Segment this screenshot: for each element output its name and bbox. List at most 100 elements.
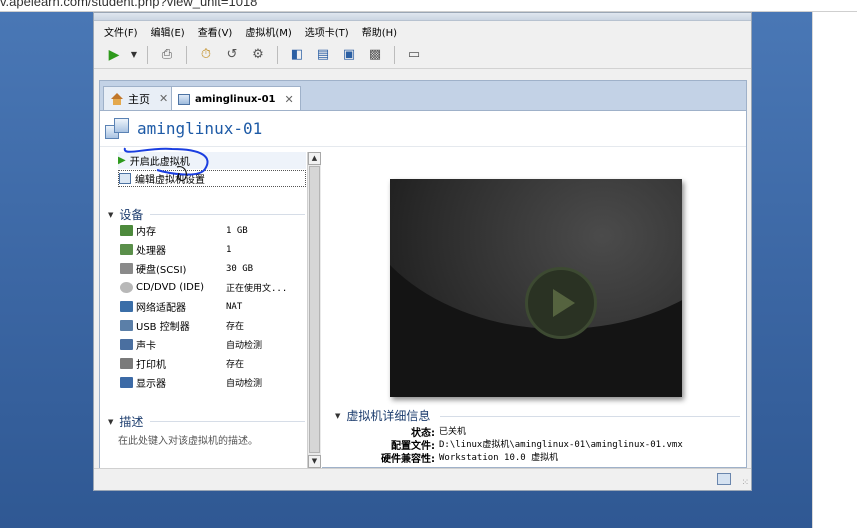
device-name: 处理器 — [136, 246, 166, 257]
device-row-monitor[interactable]: 显示器 自动检测 — [120, 373, 305, 392]
device-value: 30 GB — [226, 263, 254, 274]
power-on-label: 开启此虚拟机 — [129, 157, 190, 168]
device-row-cpu[interactable]: 处理器 1 — [120, 240, 305, 259]
description-section-header[interactable]: ▼ 描述 — [108, 413, 305, 430]
detail-value: D:\linux虚拟机\aminglinux-01\aminglinux-01.… — [439, 440, 683, 450]
left-pane-scrollbar[interactable]: ▲ ▼ — [307, 152, 321, 468]
device-row-harddisk[interactable]: 硬盘(SCSI) 30 GB — [120, 259, 305, 278]
device-value: NAT — [226, 301, 243, 312]
device-row-printer[interactable]: 打印机 存在 — [120, 354, 305, 373]
vm-page: aminglinux-01 ▶ 开启此虚拟机 编辑虚拟机设置 ▼ 设备 内存 1… — [99, 110, 747, 468]
printer-icon — [120, 358, 133, 369]
detail-row-state: 状态: 已关机 — [325, 424, 747, 439]
snapshot-take-icon[interactable]: ⏱ — [195, 44, 217, 66]
device-value: 存在 — [226, 360, 245, 370]
chevron-down-icon: ▼ — [335, 411, 341, 420]
view-unity-icon[interactable]: ▣ — [338, 44, 360, 66]
device-name: 网络适配器 — [136, 303, 186, 314]
settings-icon — [119, 173, 131, 184]
edit-settings-command[interactable]: 编辑虚拟机设置 — [118, 170, 306, 187]
scroll-thumb[interactable] — [309, 166, 320, 453]
view-thumbnail-icon[interactable]: ▭ — [403, 44, 425, 66]
cdrom-icon — [120, 282, 133, 293]
edit-settings-label: 编辑虚拟机设置 — [135, 175, 205, 186]
close-icon[interactable]: ✕ — [284, 93, 293, 106]
side-panel — [812, 12, 857, 528]
tab-strip: 主页 ✕ aminglinux-01 ✕ — [99, 80, 747, 111]
device-row-usb[interactable]: USB 控制器 存在 — [120, 316, 305, 335]
device-value: 正在使用文... — [226, 284, 288, 294]
view-console-icon[interactable]: ◧ — [286, 44, 308, 66]
device-row-network[interactable]: 网络适配器 NAT — [120, 297, 305, 316]
harddisk-icon — [120, 263, 133, 274]
device-name: 声卡 — [136, 341, 156, 352]
menu-edit[interactable]: 编辑(E) — [151, 24, 185, 39]
chevron-down-icon: ▼ — [108, 417, 114, 426]
device-value: 1 — [226, 244, 232, 255]
tab-vm-label: aminglinux-01 — [195, 93, 276, 105]
toolbar-separator — [394, 45, 395, 64]
device-name: 硬盘(SCSI) — [136, 265, 187, 276]
usb-icon — [120, 320, 133, 331]
menu-help[interactable]: 帮助(H) — [362, 24, 397, 39]
tab-home-label: 主页 — [128, 92, 150, 106]
device-value: 自动检测 — [226, 379, 263, 389]
menu-vm[interactable]: 虚拟机(M) — [245, 24, 291, 39]
section-divider — [150, 214, 305, 215]
description-header-label: 描述 — [119, 415, 144, 429]
scroll-up-icon[interactable]: ▲ — [308, 152, 321, 165]
view-fullscreen-icon[interactable]: ▤ — [312, 44, 334, 66]
chevron-down-icon: ▼ — [108, 210, 114, 219]
detail-value: 已关机 — [439, 427, 467, 437]
section-divider — [440, 416, 740, 417]
vmware-window: 文件(F) 编辑(E) 查看(V) 虚拟机(M) 选项卡(T) 帮助(H) ▶ … — [93, 12, 752, 491]
sound-icon — [120, 339, 133, 350]
network-icon — [120, 301, 133, 312]
detail-key: 硬件兼容性: — [381, 454, 435, 465]
snapshot-icon[interactable]: ⎙ — [156, 44, 178, 66]
detail-row-hardware: 硬件兼容性: Workstation 10.0 虚拟机 — [325, 450, 747, 465]
tab-vm[interactable]: aminglinux-01 ✕ — [171, 86, 301, 111]
power-on-command[interactable]: ▶ 开启此虚拟机 — [118, 152, 306, 169]
tab-home[interactable]: 主页 ✕ — [103, 86, 176, 110]
play-icon[interactable] — [525, 267, 597, 339]
home-icon — [110, 92, 123, 105]
vm-icon — [178, 93, 190, 105]
section-divider — [150, 421, 305, 422]
menu-file[interactable]: 文件(F) — [104, 24, 138, 39]
menu-view[interactable]: 查看(V) — [198, 24, 233, 39]
vm-preview-screen[interactable] — [390, 179, 682, 397]
toolbar-separator — [147, 45, 148, 64]
toolbar: ▶ ▼ ⎙ ⏱ ↺ ⚙ ◧ ▤ ▣ ▩ ▭ — [94, 41, 751, 69]
scroll-down-icon[interactable]: ▼ — [308, 455, 321, 468]
browser-url: v.apelearn.com/student.php?view_unit=101… — [0, 0, 258, 9]
menu-tabs[interactable]: 选项卡(T) — [305, 24, 349, 39]
snapshot-manager-icon[interactable]: ⚙ — [247, 44, 269, 66]
play-icon: ▶ — [118, 155, 126, 166]
cpu-icon — [120, 244, 133, 255]
detail-value: Workstation 10.0 虚拟机 — [439, 453, 559, 463]
device-value: 自动检测 — [226, 341, 263, 351]
window-titlebar — [94, 13, 751, 21]
view-stretch-icon[interactable]: ▩ — [364, 44, 386, 66]
snapshot-revert-icon[interactable]: ↺ — [221, 44, 243, 66]
device-row-memory[interactable]: 内存 1 GB — [120, 221, 305, 240]
device-name: 内存 — [136, 227, 156, 238]
dropdown-icon[interactable]: ▼ — [129, 44, 139, 66]
close-icon[interactable]: ✕ — [159, 92, 168, 105]
monitor-icon — [120, 377, 133, 388]
device-value: 1 GB — [226, 225, 248, 236]
description-input[interactable]: 在此处键入对该虚拟机的描述。 — [118, 432, 258, 447]
message-log-icon[interactable] — [717, 473, 731, 485]
page-title: aminglinux-01 — [137, 119, 263, 138]
right-pane: ▼ 虚拟机详细信息 状态: 已关机 配置文件: D:\linux虚拟机\amin… — [325, 148, 747, 468]
device-row-sound[interactable]: 声卡 自动检测 — [120, 335, 305, 354]
resize-grip-icon[interactable]: ⁙ — [741, 478, 749, 488]
menu-bar: 文件(F) 编辑(E) 查看(V) 虚拟机(M) 选项卡(T) 帮助(H) — [94, 21, 751, 41]
toolbar-separator — [277, 45, 278, 64]
play-icon[interactable]: ▶ — [103, 44, 125, 66]
status-bar: ⁙ — [94, 468, 751, 490]
device-row-cdrom[interactable]: CD/DVD (IDE) 正在使用文... — [120, 278, 305, 297]
memory-icon — [120, 225, 133, 236]
details-section-header[interactable]: ▼ 虚拟机详细信息 — [335, 407, 430, 424]
